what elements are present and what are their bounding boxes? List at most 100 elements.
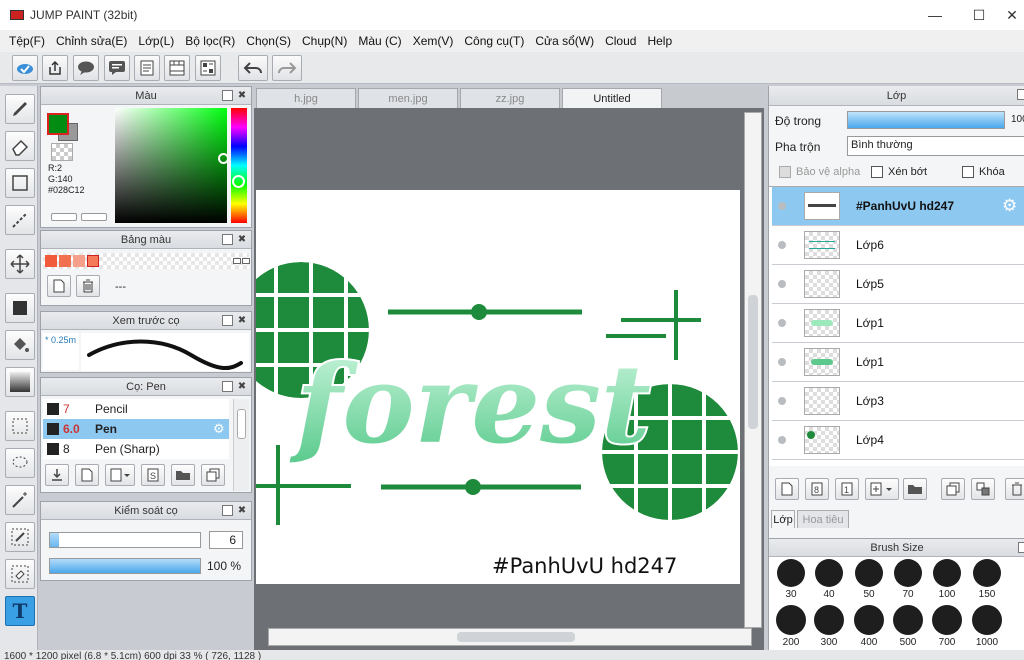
brush-item-pen-sharp[interactable]: 8 Pen (Sharp) <box>43 439 229 459</box>
close-icon[interactable]: ✕ <box>1000 0 1024 30</box>
minimize-icon[interactable]: — <box>912 0 958 30</box>
merge-layer-icon[interactable] <box>971 478 995 500</box>
popout-icon[interactable] <box>222 381 233 392</box>
brush-size-field[interactable]: 6 <box>209 531 243 549</box>
artwork-canvas[interactable]: forest #PanhUvU hd247 <box>256 190 740 584</box>
share-icon[interactable] <box>42 55 68 81</box>
move-tool-icon[interactable] <box>5 249 35 279</box>
sv-cursor[interactable] <box>218 153 229 164</box>
palette-menu-icon[interactable] <box>233 258 241 264</box>
brush-size-dot[interactable] <box>932 605 962 635</box>
cloud-icon[interactable] <box>12 55 38 81</box>
menu-view[interactable]: Xem(V) <box>413 34 454 48</box>
brush-size-dot[interactable] <box>933 559 961 587</box>
close-panel-icon[interactable]: ✖ <box>236 234 248 246</box>
canvas-horizontal-scrollbar[interactable] <box>268 628 752 646</box>
blend-mode-select[interactable]: Bình thường <box>847 136 1024 156</box>
redo-icon[interactable] <box>272 55 302 81</box>
select-pen-icon[interactable] <box>5 522 35 552</box>
clip-checkbox[interactable] <box>871 166 883 178</box>
brush-tool-icon[interactable] <box>5 94 35 124</box>
gear-icon[interactable]: ⚙ <box>1002 196 1017 216</box>
new-8bit-layer-icon[interactable]: 8 <box>805 478 829 500</box>
new-brush-icon[interactable] <box>75 464 99 486</box>
palette-menu-icon-2[interactable] <box>242 258 250 264</box>
popout-icon[interactable] <box>222 90 233 101</box>
popout-icon[interactable] <box>1017 89 1024 100</box>
fill-rect-tool-icon[interactable] <box>5 293 35 323</box>
menu-color[interactable]: Màu (C) <box>358 34 401 48</box>
layer-row[interactable]: Lớp6 <box>772 226 1024 265</box>
add-layer-menu-icon[interactable] <box>865 478 899 500</box>
menu-edit[interactable]: Chỉnh sửa(E) <box>56 34 127 48</box>
tab-men-jpg[interactable]: men.jpg <box>358 88 458 108</box>
gradient-tool-icon[interactable] <box>5 367 35 397</box>
popout-icon[interactable] <box>222 315 233 326</box>
close-panel-icon[interactable]: ✖ <box>236 315 248 327</box>
hue-cursor[interactable] <box>232 175 245 188</box>
close-panel-icon[interactable]: ✖ <box>236 505 248 517</box>
layer-row[interactable]: Lớp1 <box>772 343 1024 382</box>
select-rect-tool-icon[interactable] <box>5 411 35 441</box>
brush-item-pencil[interactable]: 7 Pencil <box>43 399 229 419</box>
foreground-color-swatch[interactable] <box>47 113 69 135</box>
lasso-tool-icon[interactable] <box>5 448 35 478</box>
menu-layer[interactable]: Lớp(L) <box>138 34 174 48</box>
menu-capture[interactable]: Chụp(N) <box>302 34 347 48</box>
trash-icon[interactable] <box>76 275 100 297</box>
layer-row-signature[interactable]: #PanhUvU hd247 ⚙ <box>772 187 1024 226</box>
brush-download-icon[interactable] <box>45 464 69 486</box>
new-palette-icon[interactable] <box>47 275 71 297</box>
brush-menu-icon[interactable] <box>105 464 135 486</box>
eraser-tool-icon[interactable] <box>5 131 35 161</box>
palette-swatch[interactable] <box>73 255 85 267</box>
brush-size-dot[interactable] <box>972 605 1002 635</box>
line-tool-icon[interactable] <box>5 205 35 235</box>
folder-icon[interactable] <box>171 464 195 486</box>
color-mini-button[interactable] <box>51 213 77 221</box>
layer-row[interactable]: Lớp5 <box>772 265 1024 304</box>
visibility-icon[interactable] <box>778 202 786 210</box>
brush-opacity-slider[interactable] <box>49 558 201 574</box>
lock-checkbox[interactable] <box>962 166 974 178</box>
layer-folder-icon[interactable] <box>903 478 927 500</box>
color-mini-button-2[interactable] <box>81 213 107 221</box>
tab-layer[interactable]: Lớp <box>771 510 795 528</box>
palette-swatch[interactable] <box>45 255 57 267</box>
text-tool-icon[interactable]: T <box>5 596 35 626</box>
menu-cloud[interactable]: Cloud <box>605 34 636 48</box>
speech-bubble-icon[interactable] <box>73 55 99 81</box>
brush-size-dot[interactable] <box>815 559 843 587</box>
select-eraser-icon[interactable] <box>5 559 35 589</box>
bucket-tool-icon[interactable] <box>5 330 35 360</box>
brush-size-dot[interactable] <box>814 605 844 635</box>
brush-size-dot[interactable] <box>893 605 923 635</box>
maximize-icon[interactable]: ☐ <box>956 0 1002 30</box>
duplicate-icon[interactable] <box>201 464 225 486</box>
brush-size-dot[interactable] <box>973 559 1001 587</box>
brush-size-dot[interactable] <box>894 559 922 587</box>
transparent-swatch[interactable] <box>51 143 73 161</box>
popout-icon[interactable] <box>1018 542 1024 553</box>
visibility-icon[interactable] <box>778 280 786 288</box>
brush-size-slider[interactable] <box>49 532 201 548</box>
close-panel-icon[interactable]: ✖ <box>236 381 248 393</box>
menu-window[interactable]: Cửa sổ(W) <box>535 34 594 48</box>
layer-row[interactable]: Lớp3 <box>772 382 1024 421</box>
tab-untitled[interactable]: Untitled <box>562 88 662 108</box>
magic-wand-icon[interactable] <box>5 485 35 515</box>
brush-size-dot[interactable] <box>777 559 805 587</box>
hue-slider[interactable] <box>231 108 247 223</box>
visibility-icon[interactable] <box>778 319 786 327</box>
tab-h-jpg[interactable]: h.jpg <box>256 88 356 108</box>
brush-script-icon[interactable]: S <box>141 464 165 486</box>
gear-icon[interactable]: ⚙ <box>213 421 225 437</box>
menu-file[interactable]: Tệp(F) <box>9 34 45 48</box>
brush-list-scrollbar[interactable] <box>233 399 249 491</box>
close-panel-icon[interactable]: ✖ <box>236 90 248 102</box>
brush-size-dot[interactable] <box>855 559 883 587</box>
new-layer-icon[interactable] <box>775 478 799 500</box>
popout-icon[interactable] <box>222 505 233 516</box>
saturation-value-picker[interactable] <box>115 108 227 223</box>
menu-select[interactable]: Chọn(S) <box>246 34 291 48</box>
